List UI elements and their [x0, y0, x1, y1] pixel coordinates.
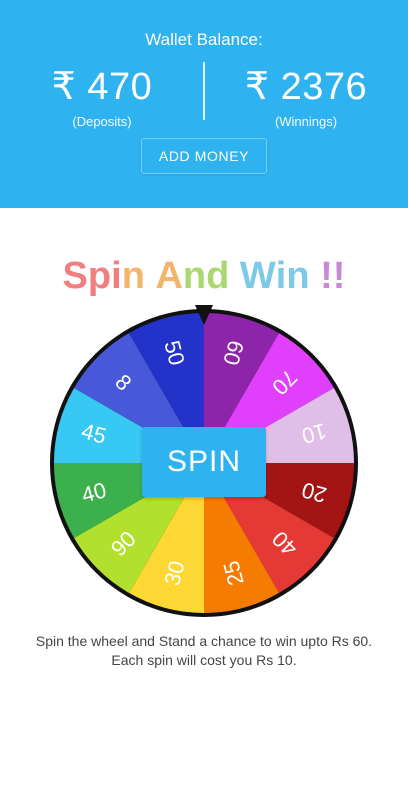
- deposits-amount: ₹ 470: [51, 66, 153, 108]
- deposits-label: (Deposits): [72, 114, 132, 129]
- title-letter: !: [320, 255, 333, 297]
- info-line-2: Each spin will cost you Rs 10.: [111, 652, 297, 668]
- wallet-header: Wallet Balance: ₹ 470 (Deposits) ₹ 2376 …: [0, 0, 408, 208]
- winnings-amount: ₹ 2376: [244, 66, 368, 108]
- winnings-balance: ₹ 2376 (Winnings): [204, 64, 408, 129]
- title-letter: [229, 255, 240, 298]
- wallet-title: Wallet Balance:: [145, 30, 263, 49]
- title-letter: [145, 255, 156, 298]
- spin-button[interactable]: SPIN: [142, 427, 266, 497]
- deposits-balance: ₹ 470 (Deposits): [0, 64, 204, 129]
- title-letter: i: [275, 255, 287, 297]
- info-text: Spin the wheel and Stand a chance to win…: [10, 632, 398, 670]
- title-letter: p: [87, 255, 112, 297]
- winnings-label: (Winnings): [274, 114, 338, 129]
- title-letter: S: [62, 255, 88, 297]
- title-letter: d: [206, 255, 230, 297]
- title-letter: n: [286, 255, 310, 297]
- title-letter: [310, 255, 321, 298]
- title-letter: n: [121, 255, 145, 297]
- spin-and-win-title: Spin And Win !!: [0, 255, 408, 298]
- title-letter: i: [111, 255, 122, 297]
- info-line-1: Spin the wheel and Stand a chance to win…: [35, 633, 373, 649]
- title-letter: A: [155, 255, 183, 297]
- title-letter: n: [182, 255, 207, 297]
- title-letter: !: [332, 255, 346, 297]
- title-letter: W: [239, 255, 276, 297]
- add-money-button[interactable]: ADD MONEY: [141, 138, 267, 174]
